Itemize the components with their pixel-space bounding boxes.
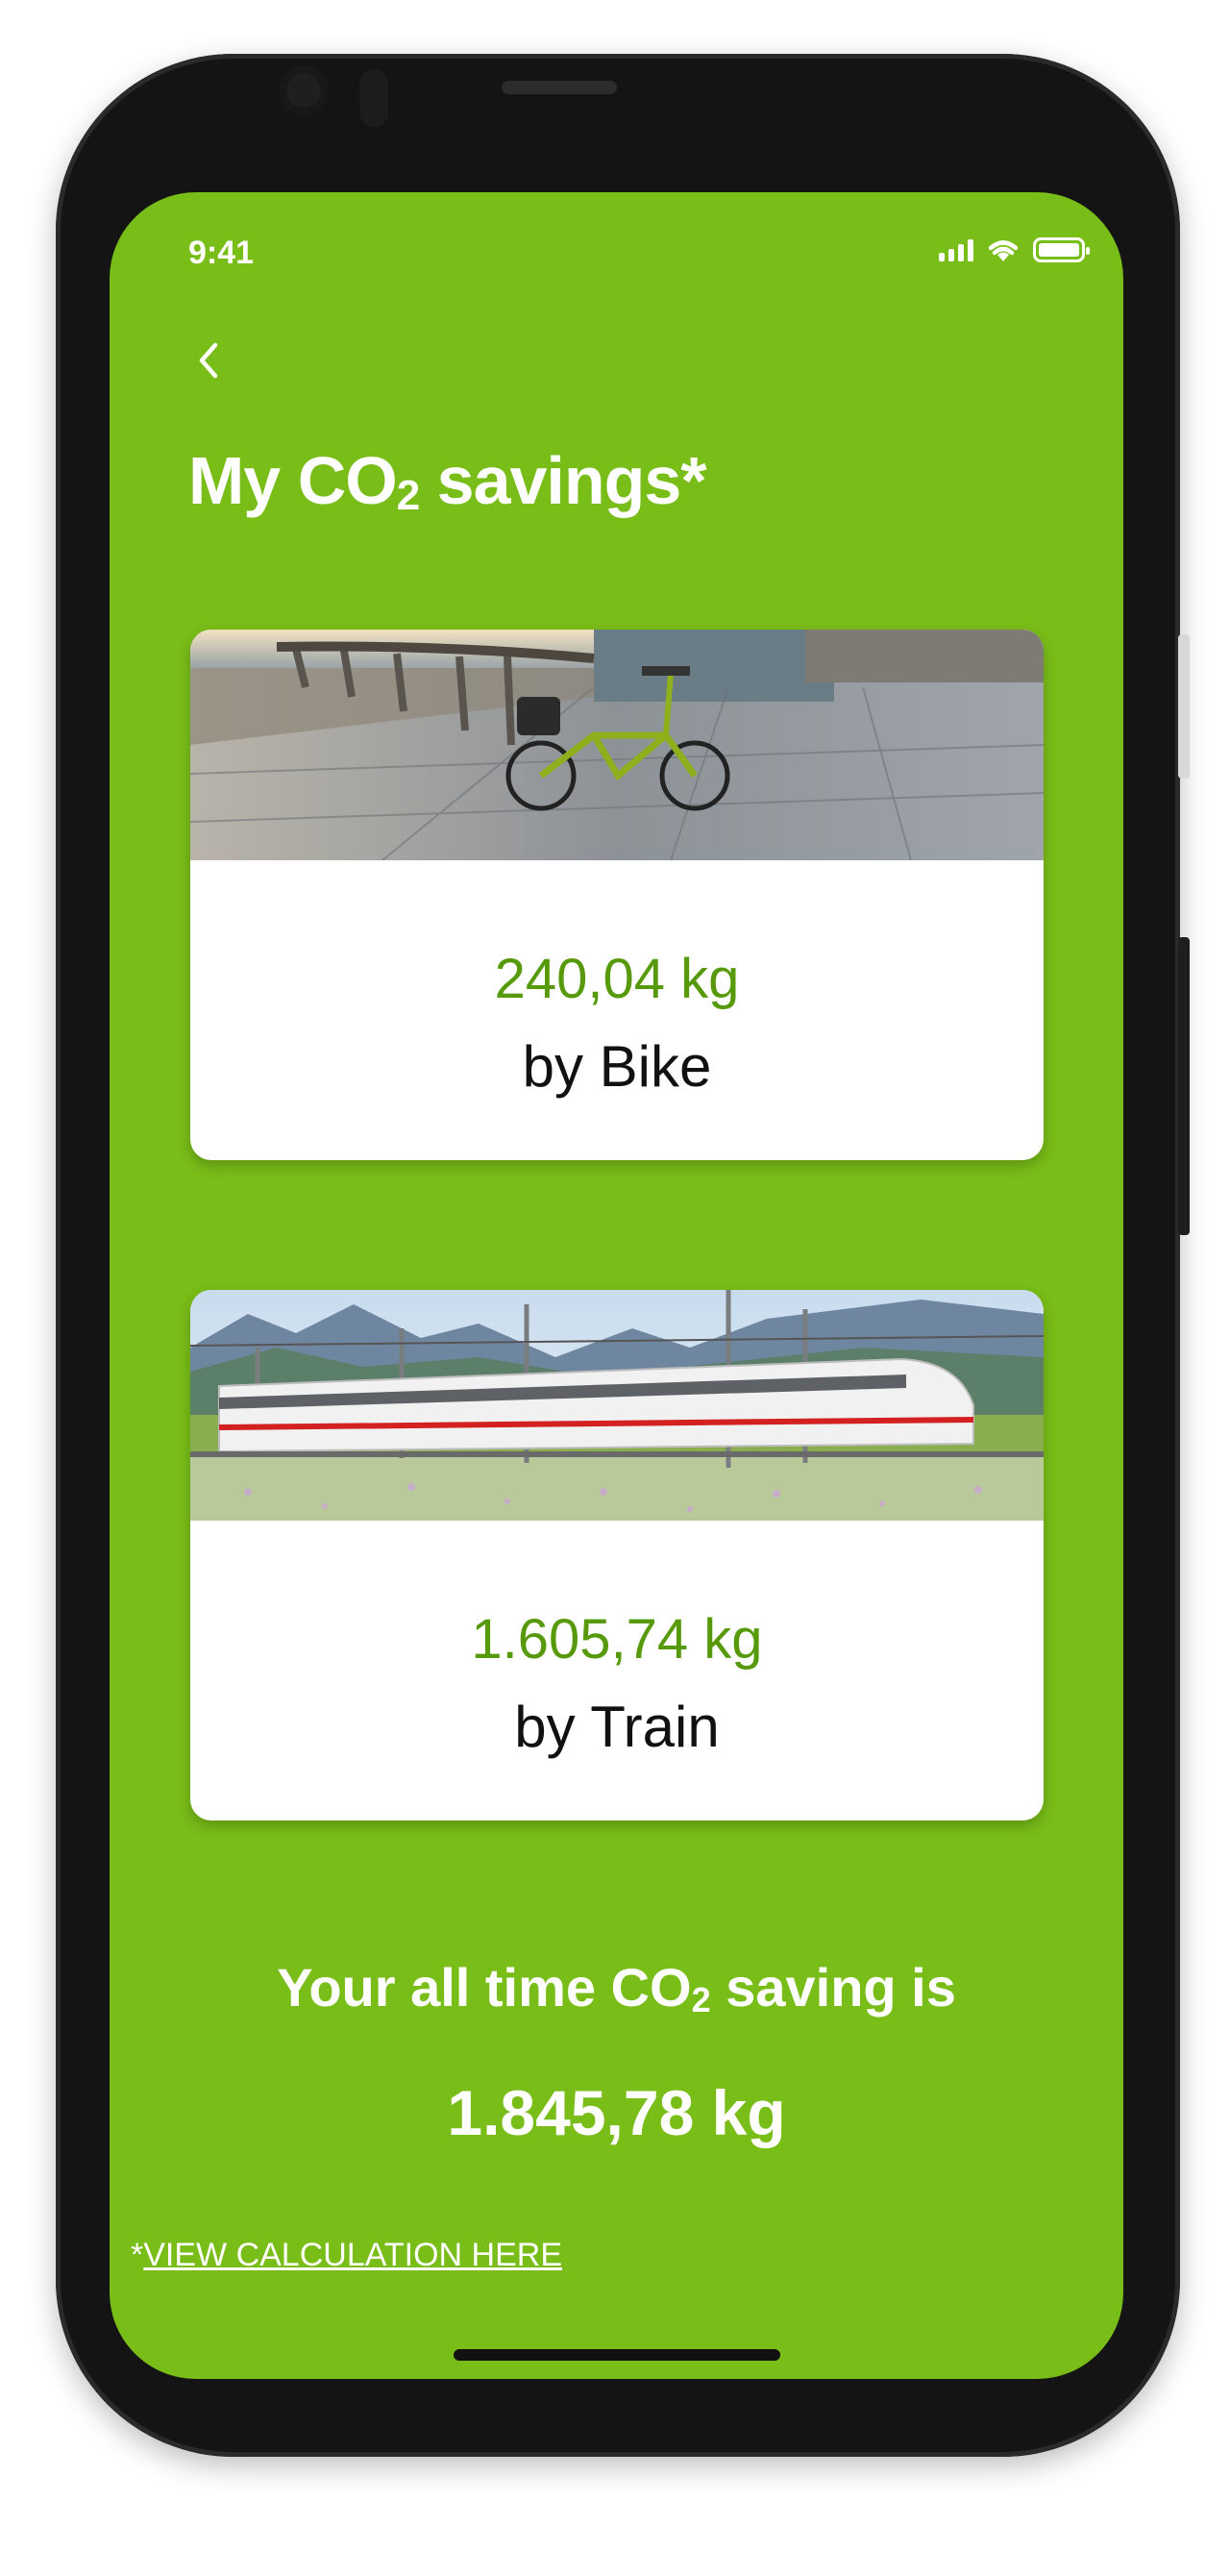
title-subscript: 2 [396, 472, 421, 519]
chevron-left-icon [199, 342, 218, 379]
back-button[interactable] [184, 336, 233, 384]
front-camera [279, 65, 329, 115]
signal-icon [939, 238, 973, 261]
total-savings-label: Your all time CO2 saving is [110, 1956, 1123, 2020]
status-time: 9:41 [188, 235, 255, 271]
proximity-sensor [359, 69, 388, 127]
bike-savings-label: by Bike [522, 1034, 712, 1099]
view-calculation-link-text[interactable]: VIEW CALCULATION HERE [143, 2237, 562, 2273]
total-label-text: Your all time CO [277, 1957, 692, 2018]
phone-side-button-upper [1178, 634, 1190, 779]
phone-side-button-lower [1178, 937, 1190, 1235]
train-savings-card[interactable]: 1.605,74 kg by Train [190, 1290, 1044, 1821]
home-indicator[interactable] [454, 2349, 780, 2361]
folding-bike-on-pier-photo [190, 630, 1044, 860]
earpiece-speaker [502, 81, 617, 94]
bike-savings-card[interactable]: 240,04 kg by Bike [190, 630, 1044, 1160]
wifi-icon [988, 240, 1019, 261]
app-screen: 9:41 My CO2 savings* 240,04 kg by Bike 1… [110, 192, 1123, 2379]
page-title: My CO2 savings* [188, 442, 707, 520]
title-text: My CO [188, 443, 398, 518]
total-savings-value: 1.845,78 kg [447, 2077, 786, 2148]
title-suffix: savings* [419, 443, 707, 518]
battery-icon [1033, 237, 1090, 262]
bike-savings-value: 240,04 kg [494, 948, 740, 1010]
total-label-subscript: 2 [691, 1980, 711, 2019]
status-icons [939, 236, 1090, 263]
train-savings-value: 1.605,74 kg [471, 1608, 763, 1671]
total-label-suffix: saving is [710, 1957, 956, 2018]
train-savings-label: by Train [514, 1695, 720, 1759]
status-bar: 9:41 [110, 192, 1123, 298]
high-speed-train-in-mountains-photo [190, 1290, 1044, 1521]
footnote-asterisk: * [131, 2237, 144, 2273]
view-calculation-link[interactable]: *VIEW CALCULATION HERE [131, 2237, 562, 2274]
